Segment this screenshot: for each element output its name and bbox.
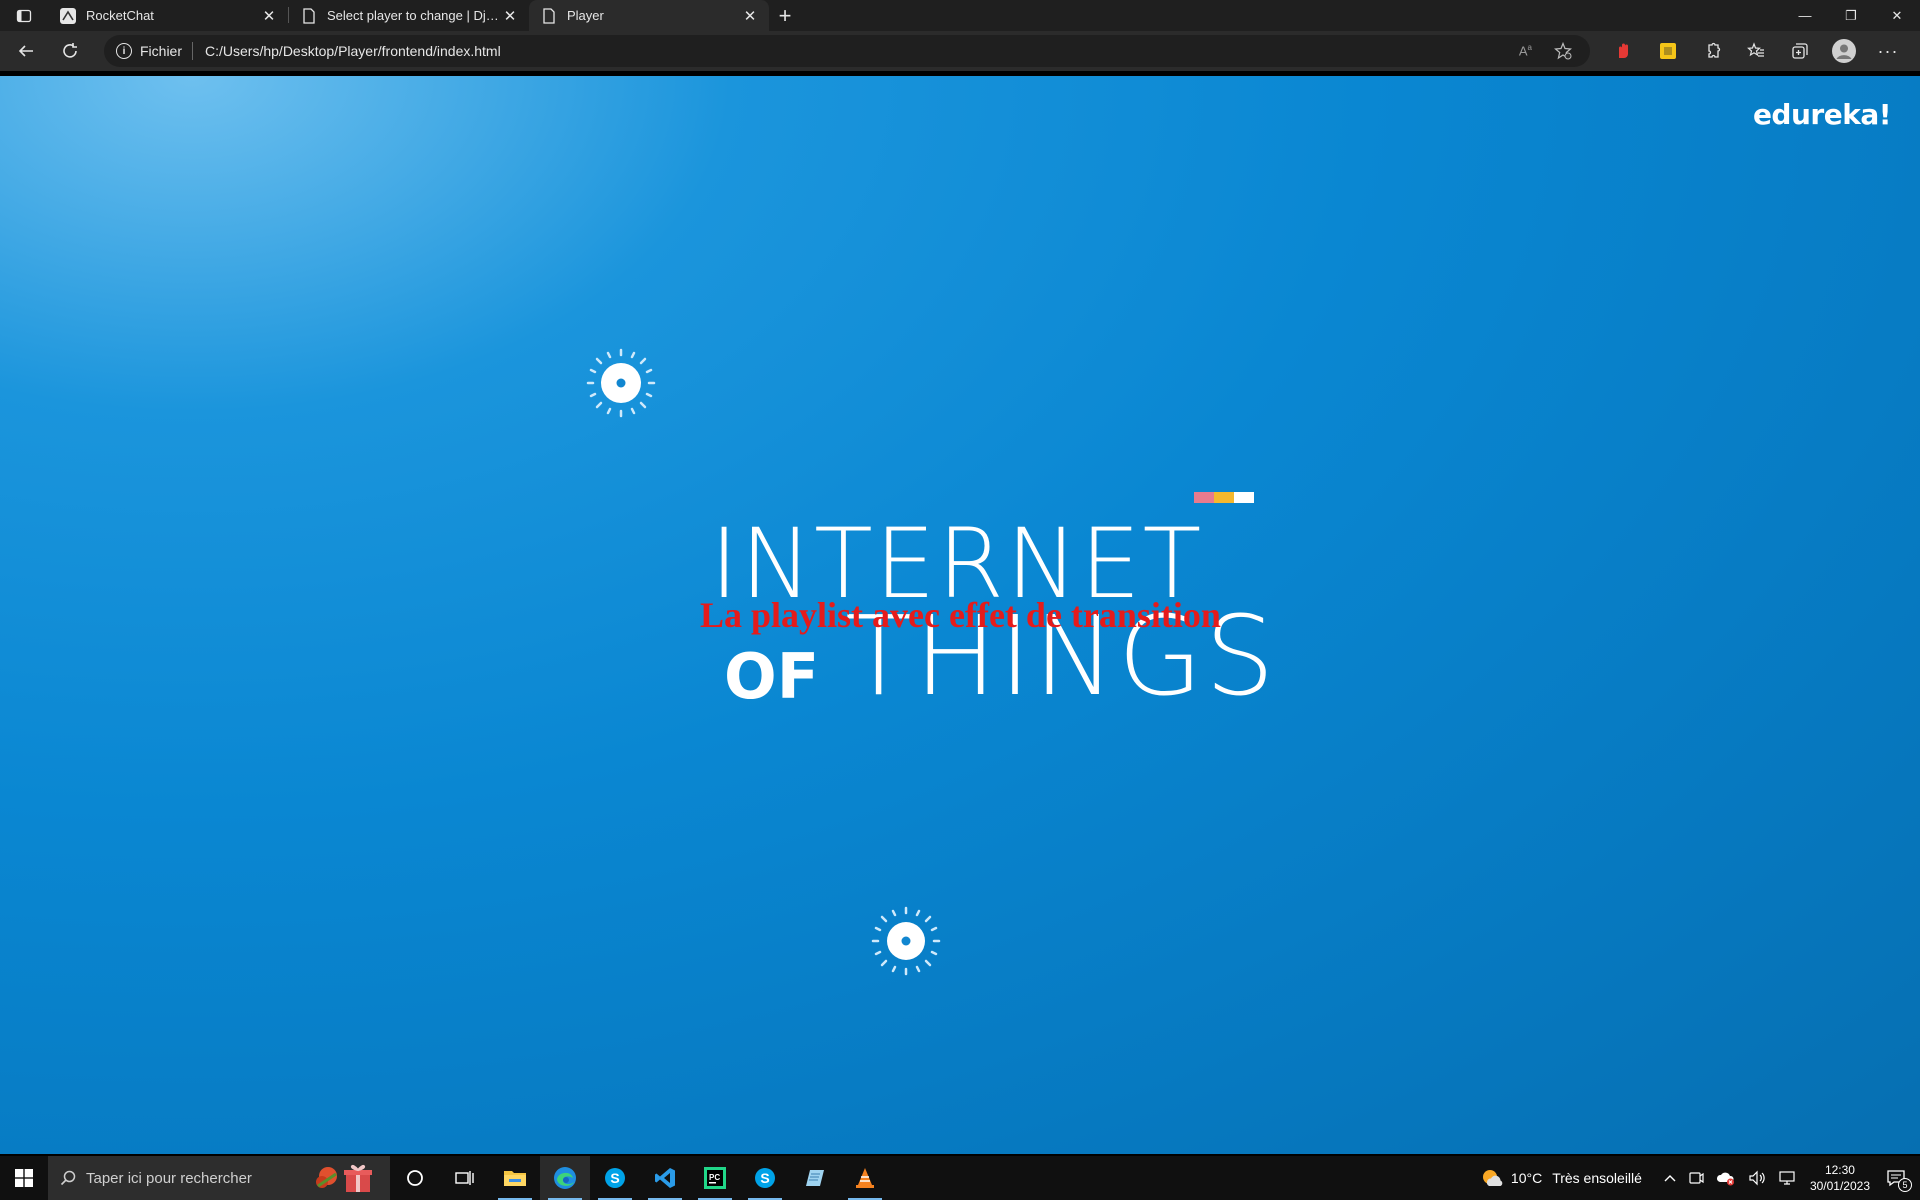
read-aloud-icon[interactable]: Aa <box>1519 43 1532 58</box>
color-segment-pink <box>1194 492 1214 503</box>
weather-sun-cloud-icon <box>1482 1170 1503 1186</box>
skype-button[interactable]: S <box>590 1156 640 1200</box>
task-view-icon <box>455 1171 474 1185</box>
sparkle-decoration-icon <box>871 906 941 976</box>
tab-django-admin[interactable]: Select player to change | Django ✕ <box>289 0 529 31</box>
edureka-logo: edureka! <box>1752 98 1892 131</box>
sparkle-decoration-icon <box>586 348 656 418</box>
onedrive-error-icon[interactable] <box>1710 1156 1742 1200</box>
windows-taskbar: Taper ici pour rechercher S PC S 10°C Tr… <box>0 1156 1920 1200</box>
playlist-heading: La playlist avec effet de transition <box>700 595 1221 635</box>
show-hidden-icons-chevron-up-icon[interactable] <box>1658 1156 1682 1200</box>
video-title-of: OF <box>724 640 820 713</box>
gift-decoration-icon <box>316 1164 372 1192</box>
skype-button-2[interactable]: S <box>740 1156 790 1200</box>
more-menu-icon[interactable]: ··· <box>1866 31 1910 71</box>
weather-temperature: 10°C <box>1510 1170 1543 1186</box>
video-player[interactable]: edureka! INTERNET OF THINGS La playlist … <box>0 76 1920 1154</box>
extensions-icon[interactable] <box>1690 31 1734 71</box>
back-button[interactable] <box>6 35 46 67</box>
adblock-extension-icon[interactable] <box>1602 31 1646 71</box>
new-tab-button[interactable]: + <box>769 0 801 31</box>
tab-actions-button[interactable] <box>0 0 48 31</box>
task-view-button[interactable] <box>440 1156 490 1200</box>
weather-widget[interactable]: 10°C Très ensoleillé <box>1475 1156 1648 1200</box>
vscode-button[interactable] <box>640 1156 690 1200</box>
svg-text:PC: PC <box>709 1173 720 1182</box>
address-bar-actions: Aa <box>1519 35 1572 67</box>
notepad-icon <box>806 1170 824 1186</box>
edge-button[interactable] <box>540 1156 590 1200</box>
search-icon <box>60 1170 76 1186</box>
site-info-icon[interactable]: i <box>116 43 132 59</box>
svg-text:S: S <box>610 1170 619 1186</box>
close-tab-icon[interactable]: ✕ <box>501 7 519 25</box>
volume-icon[interactable] <box>1742 1156 1772 1200</box>
scheme-label: Fichier <box>140 43 183 59</box>
toolbar-extensions: ··· <box>1602 31 1910 71</box>
system-tray: 10°C Très ensoleillé 12:30 30/01/2023 5 <box>1475 1156 1920 1200</box>
tab-title: Player <box>567 8 604 23</box>
refresh-button[interactable] <box>50 35 90 67</box>
edge-icon <box>554 1167 576 1189</box>
tab-actions-icon <box>16 9 32 22</box>
page-favicon-icon <box>541 7 557 24</box>
cortana-icon <box>407 1170 423 1186</box>
address-bar[interactable]: i Fichier C:/Users/hp/Desktop/Player/fro… <box>104 35 1590 67</box>
collections-icon[interactable] <box>1778 31 1822 71</box>
taskbar-search-box[interactable]: Taper ici pour rechercher <box>48 1156 390 1200</box>
windows-logo-icon <box>15 1169 33 1187</box>
cortana-button[interactable] <box>390 1156 440 1200</box>
divider <box>192 42 194 60</box>
action-center-button[interactable]: 5 <box>1878 1156 1920 1200</box>
favorites-icon[interactable] <box>1734 31 1778 71</box>
notification-count-badge: 5 <box>1898 1178 1912 1192</box>
back-arrow-icon <box>18 45 33 57</box>
svg-text:S: S <box>760 1170 769 1186</box>
page-content: edureka! INTERNET OF THINGS La playlist … <box>0 71 1920 1156</box>
search-placeholder: Taper ici pour rechercher <box>86 1169 252 1187</box>
add-favorite-icon[interactable] <box>1554 42 1572 60</box>
weather-condition: Très ensoleillé <box>1552 1170 1642 1186</box>
color-segment-yellow <box>1214 492 1234 503</box>
pycharm-icon: PC <box>704 1167 726 1189</box>
pycharm-button[interactable]: PC <box>690 1156 740 1200</box>
url-text[interactable]: C:/Users/hp/Desktop/Player/frontend/inde… <box>205 43 501 59</box>
start-button[interactable] <box>0 1156 48 1200</box>
browser-toolbar: i Fichier C:/Users/hp/Desktop/Player/fro… <box>0 31 1920 71</box>
meet-now-icon[interactable] <box>1682 1156 1710 1200</box>
sticky-note-extension-icon[interactable] <box>1646 31 1690 71</box>
folder-icon <box>504 1171 526 1186</box>
clock-date: 30/01/2023 <box>1809 1179 1870 1193</box>
color-bar-decoration <box>1194 492 1254 503</box>
vlc-icon <box>856 1168 874 1188</box>
file-explorer-button[interactable] <box>490 1156 540 1200</box>
close-tab-icon[interactable]: ✕ <box>741 7 759 25</box>
tab-title: Select player to change | Django <box>327 8 501 23</box>
tab-player[interactable]: Player ✕ <box>529 0 769 31</box>
profile-avatar-icon[interactable] <box>1822 31 1866 71</box>
tab-strip: RocketChat ✕ Select player to change | D… <box>0 0 1920 31</box>
rocketchat-favicon-icon <box>60 7 76 24</box>
clock[interactable]: 12:30 30/01/2023 <box>1802 1162 1878 1194</box>
clock-time: 12:30 <box>1824 1163 1855 1177</box>
minimize-icon[interactable]: — <box>1782 0 1828 31</box>
close-tab-icon[interactable]: ✕ <box>260 7 278 25</box>
vlc-button[interactable] <box>840 1156 890 1200</box>
notepad-button[interactable] <box>790 1156 840 1200</box>
close-window-icon[interactable]: ✕ <box>1874 0 1920 31</box>
vscode-icon <box>655 1168 675 1188</box>
network-icon[interactable] <box>1772 1156 1802 1200</box>
tab-rocketchat[interactable]: RocketChat ✕ <box>48 0 288 31</box>
tab-title: RocketChat <box>86 8 154 23</box>
skype-icon: S <box>605 1168 625 1188</box>
refresh-icon <box>63 43 77 58</box>
window-controls: — ❐ ✕ <box>1782 0 1920 31</box>
restore-icon[interactable]: ❐ <box>1828 0 1874 31</box>
skype-icon: S <box>755 1168 775 1188</box>
page-favicon-icon <box>301 7 317 24</box>
color-segment-white <box>1234 492 1254 503</box>
